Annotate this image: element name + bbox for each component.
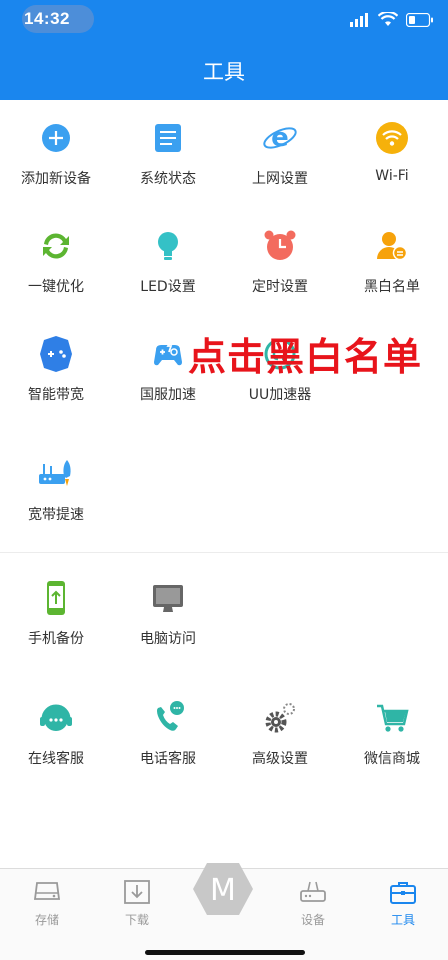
tile-label: 高级设置 <box>252 751 308 767</box>
alarm-clock-icon <box>264 230 296 260</box>
center-m-button[interactable]: M <box>191 859 255 919</box>
tile-label: 黑白名单 <box>364 279 420 295</box>
tile-phone-service[interactable]: 电话客服 <box>112 680 224 780</box>
top-header: 14:32 工具 <box>0 0 448 100</box>
tile-wechat-shop[interactable]: 微信商城 <box>336 680 448 780</box>
section-divider <box>0 552 448 553</box>
overlay-instruction: 点击黑白名单 <box>188 335 423 379</box>
wifi-status-icon <box>378 12 398 26</box>
tile-timer[interactable]: 定时设置 <box>224 208 336 308</box>
tile-label: 国服加速 <box>140 387 196 403</box>
tile-label: 宽带提速 <box>28 507 84 523</box>
tile-label: Wi-Fi <box>375 168 409 184</box>
bottom-tabbar: 存储 下载 M 设备 工具 <box>0 863 448 960</box>
system-status-icon <box>155 124 181 152</box>
tile-led[interactable]: LED设置 <box>112 208 224 308</box>
toolbox-icon <box>390 882 416 904</box>
tile-label: 添加新设备 <box>21 171 91 187</box>
blacklist-icon <box>377 232 408 261</box>
home-indicator <box>145 950 305 955</box>
tile-label: 电脑访问 <box>140 631 196 647</box>
tile-label: 电话客服 <box>140 751 196 767</box>
tab-download[interactable]: 下载 <box>92 875 182 929</box>
tab-label: 下载 <box>124 913 149 927</box>
tab-devices[interactable]: 设备 <box>268 875 358 929</box>
broadband-boost-icon <box>39 460 71 486</box>
internet-settings-icon: e <box>263 123 297 153</box>
tile-phone-backup[interactable]: 手机备份 <box>0 560 112 660</box>
tile-broadband-boost[interactable]: 宽带提速 <box>0 436 112 536</box>
tools-grid-secondary: 手机备份 电脑访问 在线客服 电话客服 高级设置 微信商城 <box>0 560 448 800</box>
phone-service-icon <box>157 701 184 731</box>
tile-system-status[interactable]: 系统状态 <box>112 100 224 200</box>
tab-label: 设备 <box>300 913 325 927</box>
led-icon <box>158 232 178 260</box>
tile-wifi[interactable]: Wi-Fi <box>336 100 448 200</box>
computer-access-icon <box>153 585 183 612</box>
tile-label: 智能带宽 <box>28 387 84 403</box>
tile-internet-settings[interactable]: e 上网设置 <box>224 100 336 200</box>
tile-label: 手机备份 <box>28 631 84 647</box>
shopping-cart-icon <box>377 704 409 732</box>
signal-icon <box>350 12 368 27</box>
svg-text:e: e <box>271 123 289 153</box>
tab-label: 存储 <box>34 913 59 927</box>
tile-label: 上网设置 <box>252 171 308 187</box>
router-icon <box>300 881 326 902</box>
tile-label: LED设置 <box>140 279 196 295</box>
storage-icon <box>33 882 61 900</box>
game-accel-icon <box>154 338 182 366</box>
tile-smart-bandwidth[interactable]: 智能带宽 <box>0 316 112 416</box>
online-service-icon <box>40 704 72 731</box>
page-title: 工具 <box>203 60 245 84</box>
tile-label: 系统状态 <box>140 171 196 187</box>
status-time: 14:32 <box>24 9 70 28</box>
gamepad-icon <box>40 336 72 372</box>
download-icon <box>124 880 150 904</box>
phone-backup-icon <box>47 581 65 615</box>
tile-label: 微信商城 <box>364 751 420 767</box>
tile-label: UU加速器 <box>248 387 312 403</box>
tile-label: 在线客服 <box>28 751 84 767</box>
wifi-icon <box>376 122 408 154</box>
tab-label: 工具 <box>390 913 415 927</box>
center-letter: M <box>210 873 236 908</box>
tile-add-device[interactable]: 添加新设备 <box>0 100 112 200</box>
tile-label: 定时设置 <box>252 279 308 295</box>
tile-optimize[interactable]: 一键优化 <box>0 208 112 308</box>
tab-storage[interactable]: 存储 <box>2 875 92 929</box>
add-device-icon <box>42 124 70 152</box>
status-icons <box>350 12 434 27</box>
advanced-settings-icon <box>265 703 295 733</box>
status-bar: 14:32 <box>0 0 448 40</box>
tile-label: 一键优化 <box>28 279 84 295</box>
battery-icon <box>406 12 433 27</box>
optimize-icon <box>43 233 69 259</box>
tile-computer-access[interactable]: 电脑访问 <box>112 560 224 660</box>
tab-tools[interactable]: 工具 <box>358 875 448 929</box>
tile-advanced-settings[interactable]: 高级设置 <box>224 680 336 780</box>
tile-blacklist[interactable]: 黑白名单 <box>336 208 448 308</box>
tile-online-service[interactable]: 在线客服 <box>0 680 112 780</box>
